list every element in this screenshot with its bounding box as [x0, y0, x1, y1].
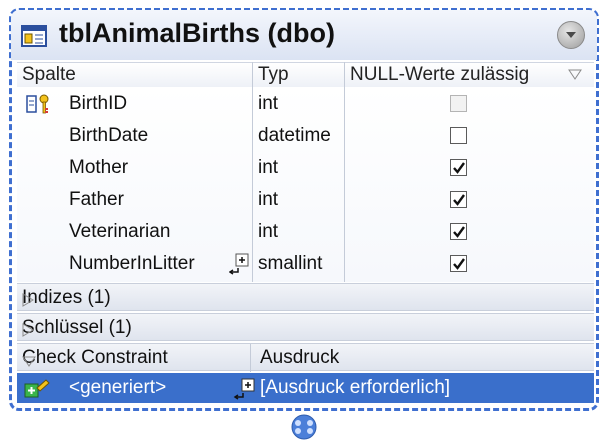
- checkmark-icon: [453, 162, 465, 174]
- column-name[interactable]: Father: [69, 189, 124, 211]
- column-name[interactable]: Mother: [69, 157, 128, 179]
- table-title-bar[interactable]: tblAnimalBirths (dbo): [11, 10, 597, 60]
- table-row[interactable]: Mother int: [17, 152, 594, 184]
- column-type[interactable]: int: [258, 221, 278, 243]
- table-title: tblAnimalBirths (dbo): [59, 18, 335, 48]
- table-icon: [21, 25, 47, 52]
- indexes-section[interactable]: Indizes (1): [17, 283, 594, 311]
- chevron-down-icon[interactable]: [22, 351, 584, 373]
- table-row[interactable]: BirthDate datetime: [17, 120, 594, 152]
- chevron-right-icon[interactable]: [22, 321, 584, 343]
- constraint-name[interactable]: <generiert>: [69, 377, 166, 399]
- primary-key-icon: [26, 93, 56, 121]
- header-column-type[interactable]: Typ: [258, 64, 289, 86]
- nullable-checkbox[interactable]: [450, 127, 467, 144]
- chevron-right-icon[interactable]: [22, 291, 584, 313]
- column-type[interactable]: int: [258, 93, 278, 115]
- constraint-icon: [23, 378, 51, 406]
- checkmark-icon: [453, 194, 465, 206]
- checkmark-icon: [453, 226, 465, 238]
- nullable-checkbox[interactable]: [450, 223, 467, 240]
- column-type[interactable]: int: [258, 189, 278, 211]
- column-name[interactable]: BirthDate: [69, 125, 148, 147]
- table-row[interactable]: Veterinarian int: [17, 216, 594, 248]
- chevron-down-icon[interactable]: [568, 64, 582, 86]
- expand-expression-icon[interactable]: [233, 378, 257, 408]
- table-row[interactable]: NumberInLitter smallint: [17, 248, 594, 280]
- checkmark-icon: [453, 258, 465, 270]
- columns-header: Spalte Typ NULL-Werte zulässig: [17, 62, 594, 88]
- check-constraint-row[interactable]: <generiert> [Ausdruck erforderlich]: [17, 373, 594, 403]
- column-name[interactable]: BirthID: [69, 93, 127, 115]
- expand-size-icon[interactable]: [228, 253, 251, 283]
- column-type[interactable]: int: [258, 157, 278, 179]
- header-column-name[interactable]: Spalte: [22, 64, 76, 86]
- table-row[interactable]: Father int: [17, 184, 594, 216]
- column-type[interactable]: datetime: [258, 125, 331, 147]
- nullable-checkbox[interactable]: [450, 159, 467, 176]
- header-column-nullable[interactable]: NULL-Werte zulässig: [350, 64, 529, 86]
- column-name[interactable]: Veterinarian: [69, 221, 170, 243]
- constraint-expression[interactable]: [Ausdruck erforderlich]: [260, 377, 450, 399]
- nullable-checkbox[interactable]: [450, 255, 467, 272]
- table-row[interactable]: BirthID int: [17, 88, 594, 120]
- collapse-button[interactable]: [557, 21, 585, 49]
- keys-section[interactable]: Schlüssel (1): [17, 313, 594, 341]
- nullable-checkbox: [450, 95, 467, 112]
- column-type[interactable]: smallint: [258, 253, 322, 275]
- connector-handle-icon[interactable]: [287, 414, 321, 445]
- column-name[interactable]: NumberInLitter: [69, 253, 195, 275]
- check-constraint-section[interactable]: Check Constraint Ausdruck: [17, 343, 594, 373]
- nullable-checkbox[interactable]: [450, 191, 467, 208]
